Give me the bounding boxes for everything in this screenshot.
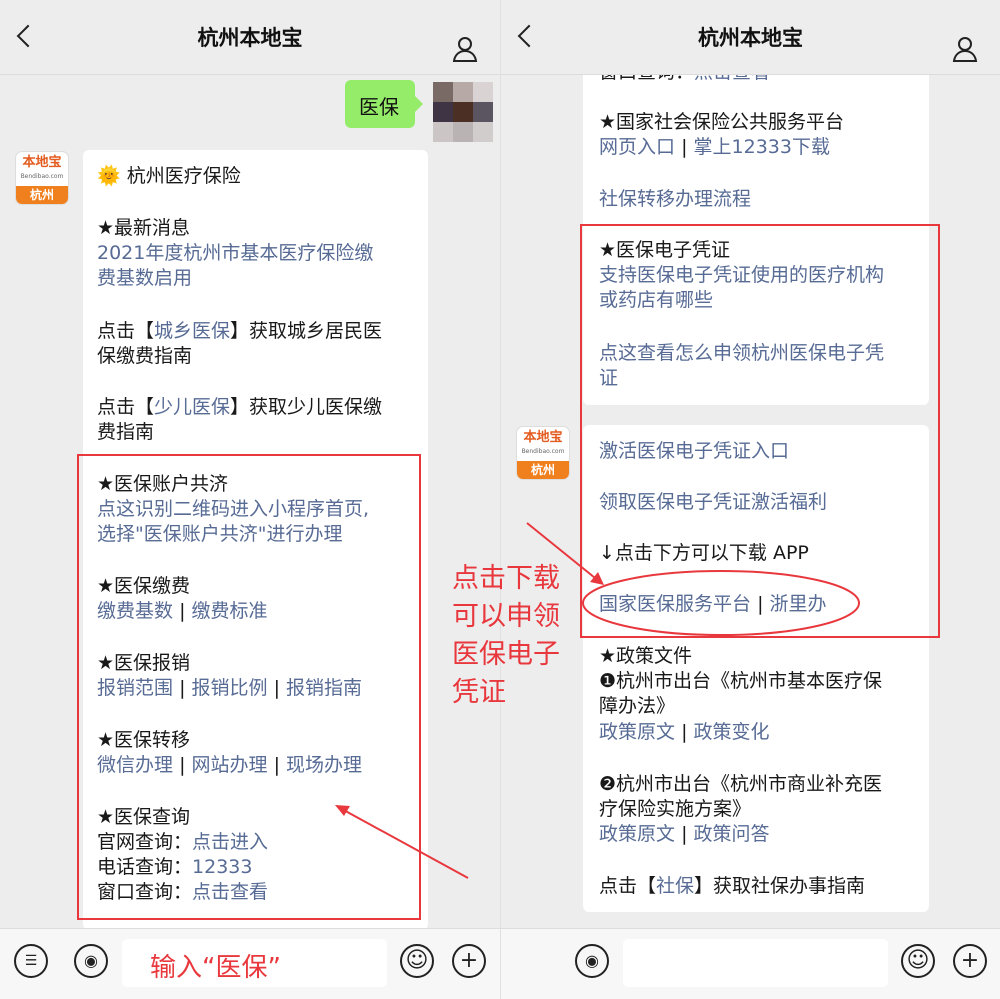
national-heading: ★国家社会保险公共服务平台 — [599, 111, 845, 133]
social-security-link[interactable]: 社保 — [656, 875, 694, 897]
emoji-icon[interactable]: ☺ — [901, 944, 935, 978]
urban-rural-link[interactable]: 城乡医保 — [154, 320, 230, 342]
policy-heading: ★政策文件 — [599, 645, 693, 667]
policy2-qa-link[interactable]: 政策问答 — [694, 823, 770, 845]
annotation-text-2: 可以申领 — [452, 601, 560, 632]
keyboard-menu-icon[interactable]: ☰ — [14, 944, 48, 978]
emoji-icon[interactable]: ☺ — [400, 944, 434, 978]
annotation-text-1: 点击下载 — [452, 563, 560, 594]
voice-icon[interactable]: ◉ — [575, 944, 609, 978]
social-security-line: 点击【社保】获取社保办事指南 — [599, 875, 866, 897]
profile-icon[interactable] — [452, 36, 478, 62]
profile-icon[interactable] — [952, 36, 978, 62]
transfer-flow-link[interactable]: 社保转移办理流程 — [599, 187, 751, 212]
news-link-line1[interactable]: 2021年度杭州市基本医疗保险缴 — [97, 241, 373, 266]
highlight-box-right — [580, 224, 940, 638]
web-entry-link[interactable]: 网页入口 — [599, 136, 675, 158]
policy2-line2: 疗保险实施方案》 — [599, 798, 752, 820]
policy1-text-link[interactable]: 政策原文 — [599, 721, 675, 743]
urban-rural-line2: 保缴费指南 — [97, 345, 193, 367]
policy1-line1: ❶杭州市出台《杭州市基本医疗保 — [599, 670, 883, 692]
sun-emoji-icon: 🌞 — [97, 165, 121, 187]
bendibao-logo[interactable]: 本地宝 Bendibao.com 杭州 — [16, 152, 68, 204]
annotation-text-4: 凭证 — [452, 677, 506, 708]
user-message-text: 医保 — [359, 95, 399, 119]
child-insurance-line2: 费指南 — [97, 421, 155, 443]
input-toolbar: ☰ ◉ 输入“医保” ☺ + — [0, 928, 500, 999]
news-heading: ★最新消息 — [97, 217, 191, 239]
policy2-links: 政策原文 | 政策问答 — [599, 823, 770, 845]
policy2-line1: ❷杭州市出台《杭州市商业补充医 — [599, 773, 883, 795]
national-links: 网页入口 | 掌上12333下载 — [599, 136, 830, 158]
child-insurance-line1: 点击【少儿医保】获取少儿医保缴 — [97, 396, 383, 418]
policy1-change-link[interactable]: 政策变化 — [694, 721, 770, 743]
chat-title: 杭州本地宝 — [197, 26, 303, 50]
user-message-bubble: 医保 — [345, 80, 423, 128]
app-12333-link[interactable]: 掌上12333下载 — [694, 136, 830, 158]
news-link-line2[interactable]: 费基数启用 — [97, 266, 192, 291]
plus-icon[interactable]: + — [953, 944, 987, 978]
message-input[interactable]: 输入“医保” — [122, 939, 387, 987]
voice-icon[interactable]: ◉ — [74, 944, 108, 978]
policy1-links: 政策原文 | 政策变化 — [599, 721, 770, 743]
right-chat-screen: 杭州本地宝 窗口查询：点击查看 ★国家社会保险公共服务平台 网页入口 | 掌上1… — [500, 0, 1000, 999]
chat-header: 杭州本地宝 — [0, 0, 500, 75]
plus-icon[interactable]: + — [452, 944, 486, 978]
message-input-right[interactable] — [623, 939, 888, 987]
card-title: 🌞 杭州医疗保险 — [97, 165, 241, 187]
urban-rural-line1: 点击【城乡医保】获取城乡居民医 — [97, 320, 383, 342]
chat-title-right: 杭州本地宝 — [698, 26, 803, 50]
left-chat-screen: 杭州本地宝 医保 本地宝 Bendibao.com 杭州 🌞 杭州医疗保险 ★最新… — [0, 0, 500, 999]
policy2-text-link[interactable]: 政策原文 — [599, 823, 675, 845]
chat-header-right: 杭州本地宝 — [501, 0, 1000, 75]
bendibao-logo[interactable]: 本地宝 Bendibao.com 杭州 — [517, 427, 569, 479]
policy1-line2: 障办法》 — [599, 695, 676, 717]
highlight-box-left — [77, 454, 421, 920]
child-insurance-link[interactable]: 少儿医保 — [154, 396, 230, 418]
input-hint-text: 输入“医保” — [150, 953, 281, 983]
annotation-text-3: 医保电子 — [452, 639, 560, 670]
user-avatar[interactable] — [433, 82, 493, 142]
input-toolbar-right: ◉ ☺ + — [501, 928, 1000, 999]
